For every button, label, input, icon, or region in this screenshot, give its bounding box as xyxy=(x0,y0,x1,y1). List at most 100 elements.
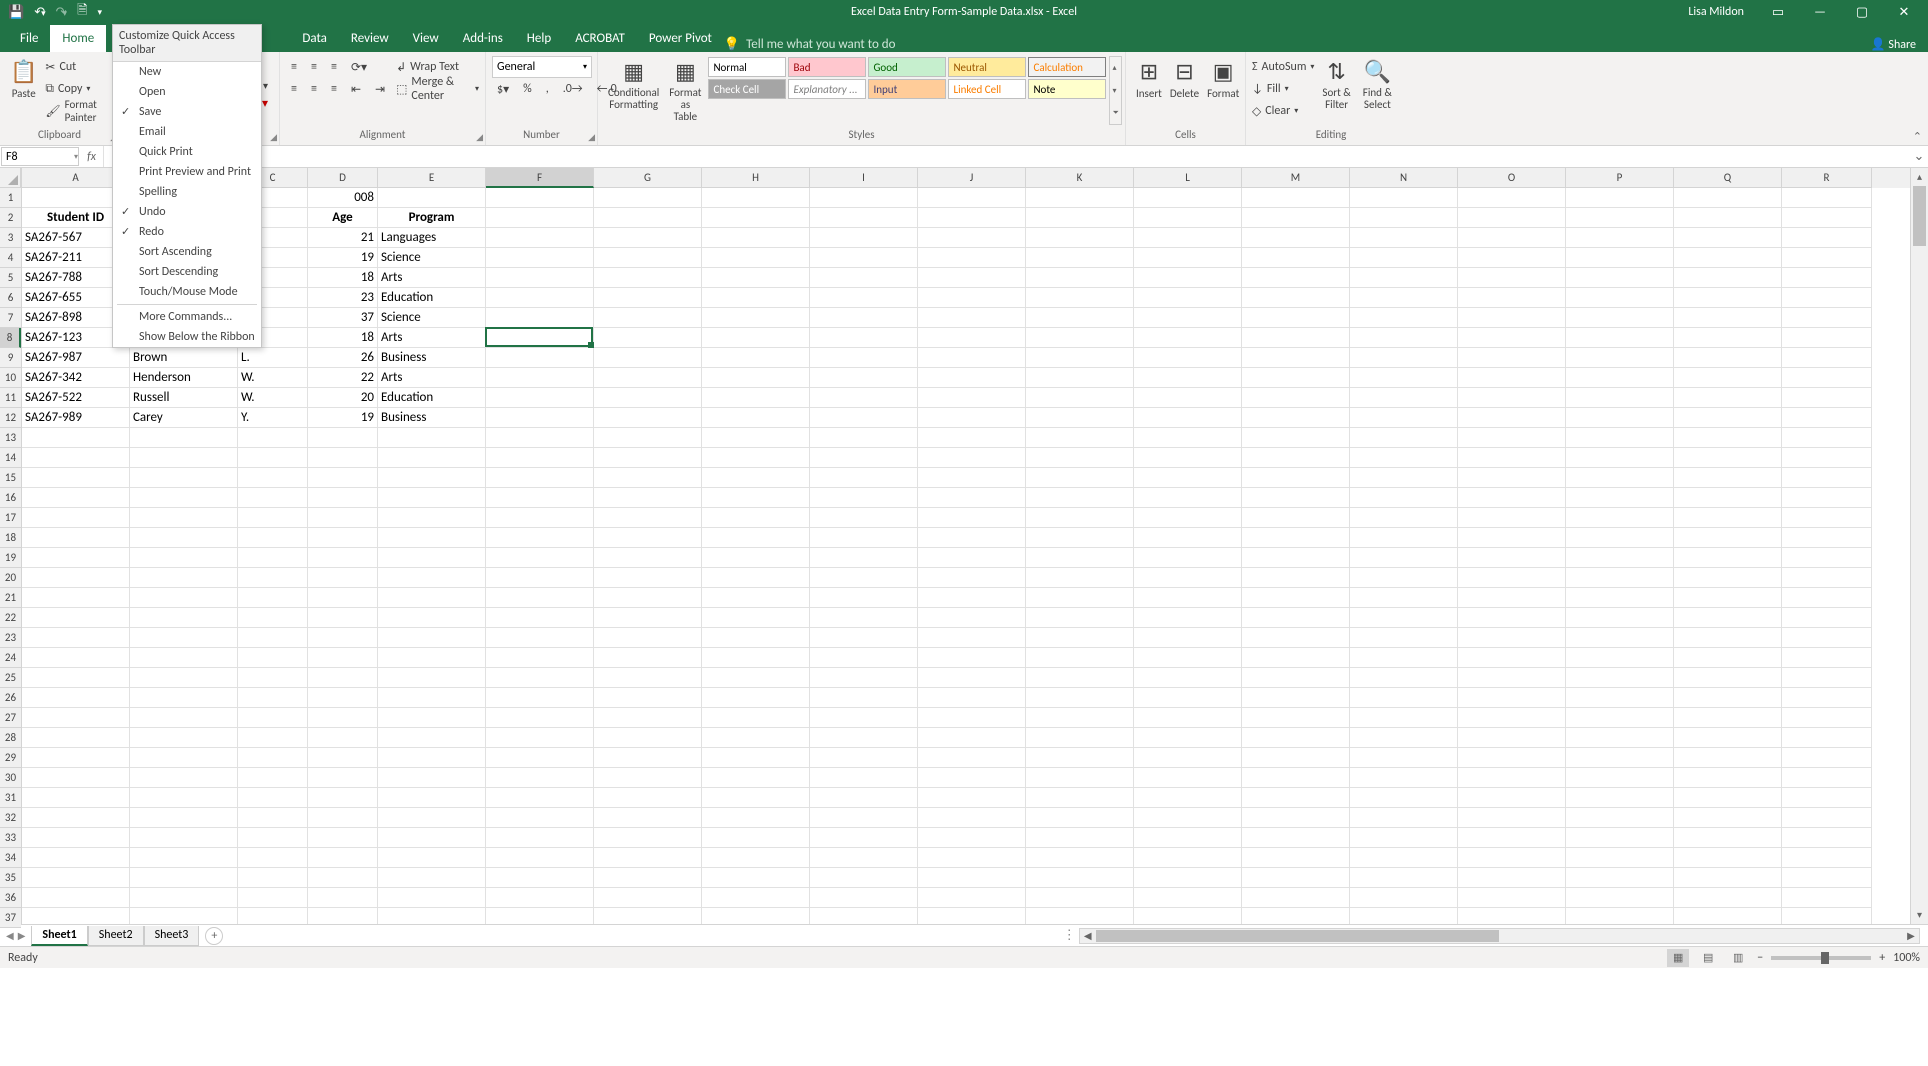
cell-M6[interactable] xyxy=(1242,288,1350,308)
cell-G26[interactable] xyxy=(594,688,702,708)
cell-K36[interactable] xyxy=(1026,888,1134,908)
cell-M34[interactable] xyxy=(1242,848,1350,868)
style-neutral[interactable]: Neutral xyxy=(948,57,1026,77)
cell-L8[interactable] xyxy=(1134,328,1242,348)
cell-H30[interactable] xyxy=(702,768,810,788)
col-header-L[interactable]: L xyxy=(1134,168,1242,188)
qat-item-redo[interactable]: ✓Redo xyxy=(113,222,261,242)
row-header-21[interactable]: 21 xyxy=(0,588,21,608)
cell-H28[interactable] xyxy=(702,728,810,748)
font-dialog-launcher[interactable]: ◢ xyxy=(270,132,277,143)
cell-A35[interactable] xyxy=(22,868,130,888)
format-painter-button[interactable]: 🖌Format Painter xyxy=(45,100,113,122)
cell-R30[interactable] xyxy=(1782,768,1872,788)
cell-M31[interactable] xyxy=(1242,788,1350,808)
cell-M30[interactable] xyxy=(1242,768,1350,788)
cell-N26[interactable] xyxy=(1350,688,1458,708)
cell-I4[interactable] xyxy=(810,248,918,268)
cell-G2[interactable] xyxy=(594,208,702,228)
cell-B10[interactable]: Henderson xyxy=(130,368,238,388)
cell-D9[interactable]: 26 xyxy=(308,348,378,368)
cell-A22[interactable] xyxy=(22,608,130,628)
cell-O16[interactable] xyxy=(1458,488,1566,508)
cell-H35[interactable] xyxy=(702,868,810,888)
cell-H2[interactable] xyxy=(702,208,810,228)
cell-D32[interactable] xyxy=(308,808,378,828)
cell-H31[interactable] xyxy=(702,788,810,808)
fill-button[interactable]: ↓Fill▾ xyxy=(1252,78,1314,100)
col-header-K[interactable]: K xyxy=(1026,168,1134,188)
cell-N3[interactable] xyxy=(1350,228,1458,248)
cell-O7[interactable] xyxy=(1458,308,1566,328)
decrease-indent-button[interactable]: ⇤ xyxy=(346,80,366,99)
cell-J34[interactable] xyxy=(918,848,1026,868)
cell-B19[interactable] xyxy=(130,548,238,568)
tab-home[interactable]: Home xyxy=(50,25,106,52)
cell-K2[interactable] xyxy=(1026,208,1134,228)
qat-item-sort-descending[interactable]: Sort Descending xyxy=(113,262,261,282)
cell-L4[interactable] xyxy=(1134,248,1242,268)
cell-A29[interactable] xyxy=(22,748,130,768)
cell-B33[interactable] xyxy=(130,828,238,848)
style-explanatory[interactable]: Explanatory ... xyxy=(788,79,866,99)
cell-F37[interactable] xyxy=(486,908,594,924)
cell-Q25[interactable] xyxy=(1674,668,1782,688)
cell-F30[interactable] xyxy=(486,768,594,788)
cell-G21[interactable] xyxy=(594,588,702,608)
cell-L34[interactable] xyxy=(1134,848,1242,868)
cell-I2[interactable] xyxy=(810,208,918,228)
cell-N10[interactable] xyxy=(1350,368,1458,388)
cell-C12[interactable]: Y. xyxy=(238,408,308,428)
cell-E21[interactable] xyxy=(378,588,486,608)
cell-A20[interactable] xyxy=(22,568,130,588)
cell-M17[interactable] xyxy=(1242,508,1350,528)
formula-bar[interactable] xyxy=(104,146,1910,167)
cell-O12[interactable] xyxy=(1458,408,1566,428)
cell-E33[interactable] xyxy=(378,828,486,848)
cell-C33[interactable] xyxy=(238,828,308,848)
cell-R2[interactable] xyxy=(1782,208,1872,228)
cell-A18[interactable] xyxy=(22,528,130,548)
align-top-button[interactable]: ≡ xyxy=(286,58,302,76)
cell-H6[interactable] xyxy=(702,288,810,308)
cell-B35[interactable] xyxy=(130,868,238,888)
cell-M23[interactable] xyxy=(1242,628,1350,648)
cell-G6[interactable] xyxy=(594,288,702,308)
cell-A11[interactable]: SA267-522 xyxy=(22,388,130,408)
cell-H14[interactable] xyxy=(702,448,810,468)
cell-D34[interactable] xyxy=(308,848,378,868)
cell-C34[interactable] xyxy=(238,848,308,868)
row-header-17[interactable]: 17 xyxy=(0,508,21,528)
cell-E26[interactable] xyxy=(378,688,486,708)
cell-H13[interactable] xyxy=(702,428,810,448)
cell-O22[interactable] xyxy=(1458,608,1566,628)
cell-E36[interactable] xyxy=(378,888,486,908)
cell-F2[interactable] xyxy=(486,208,594,228)
cell-D14[interactable] xyxy=(308,448,378,468)
cell-R33[interactable] xyxy=(1782,828,1872,848)
cell-L7[interactable] xyxy=(1134,308,1242,328)
cell-K32[interactable] xyxy=(1026,808,1134,828)
cell-G17[interactable] xyxy=(594,508,702,528)
cell-J18[interactable] xyxy=(918,528,1026,548)
cell-F22[interactable] xyxy=(486,608,594,628)
cell-B31[interactable] xyxy=(130,788,238,808)
cell-F1[interactable] xyxy=(486,188,594,208)
cell-G24[interactable] xyxy=(594,648,702,668)
cell-A21[interactable] xyxy=(22,588,130,608)
cell-G23[interactable] xyxy=(594,628,702,648)
cell-L29[interactable] xyxy=(1134,748,1242,768)
cell-B17[interactable] xyxy=(130,508,238,528)
cell-B22[interactable] xyxy=(130,608,238,628)
cell-I35[interactable] xyxy=(810,868,918,888)
cell-K10[interactable] xyxy=(1026,368,1134,388)
cell-B26[interactable] xyxy=(130,688,238,708)
cell-Q13[interactable] xyxy=(1674,428,1782,448)
cell-E10[interactable]: Arts xyxy=(378,368,486,388)
cell-I36[interactable] xyxy=(810,888,918,908)
cell-I3[interactable] xyxy=(810,228,918,248)
comma-format-button[interactable]: , xyxy=(541,80,554,98)
cell-D19[interactable] xyxy=(308,548,378,568)
cell-D8[interactable]: 18 xyxy=(308,328,378,348)
insert-cells-button[interactable]: ⊞Insert xyxy=(1132,56,1166,102)
